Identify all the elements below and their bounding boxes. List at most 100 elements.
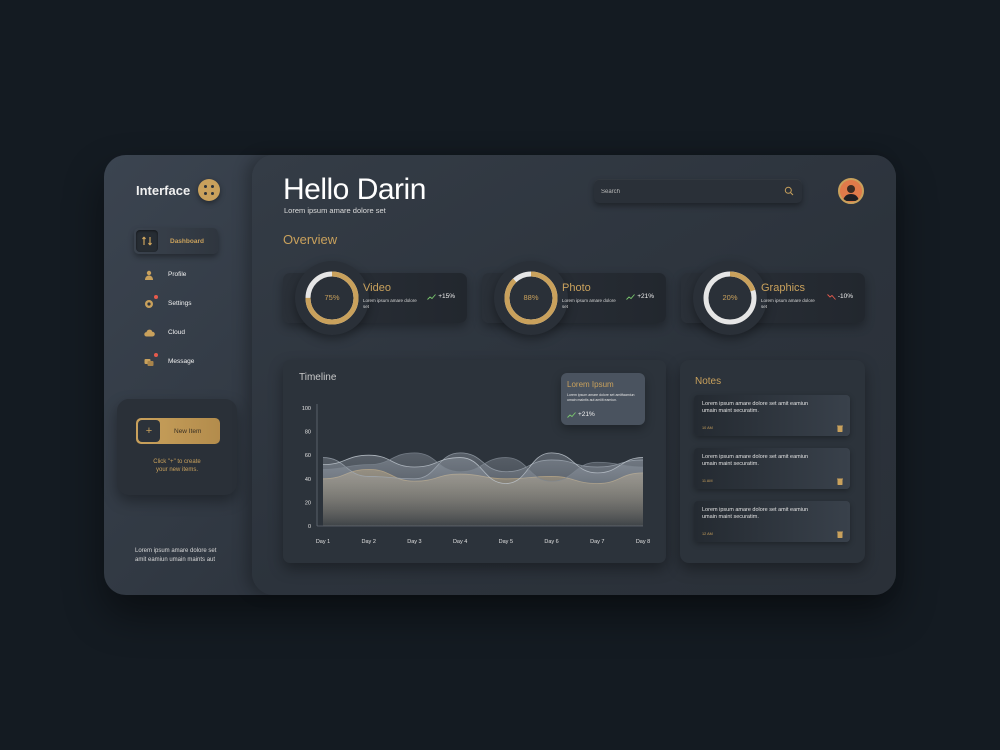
user-icon xyxy=(142,268,156,282)
notification-dot xyxy=(154,352,158,357)
dashboard-icon xyxy=(136,230,158,252)
x-tick-label: Day 7 xyxy=(590,539,604,545)
new-item-hint: Click "+" to create your new items. xyxy=(117,458,237,474)
sidebar-item-dashboard[interactable]: Dashboard xyxy=(134,228,218,254)
stat-description: Lorem ipsum amare dolore set xyxy=(562,298,616,309)
new-item-button[interactable]: + New Item xyxy=(136,418,220,444)
trend-down-icon xyxy=(826,293,836,300)
sidebar-item-label: Message xyxy=(168,358,195,365)
page-subtitle: Lorem ipsum amare dolore set xyxy=(284,206,386,215)
footer-line: amit eamiun umain maints aut xyxy=(135,556,216,563)
note-time: 11 AM xyxy=(702,479,713,483)
new-item-label: New Item xyxy=(174,427,202,435)
stat-change-value: +15% xyxy=(438,293,455,300)
x-tick-label: Day 2 xyxy=(362,539,376,545)
x-tick-label: Day 8 xyxy=(636,539,650,545)
progress-percent: 88% xyxy=(523,293,539,302)
stat-change-value: +21% xyxy=(637,293,654,300)
note-time: 12 AM xyxy=(702,532,713,536)
progress-percent: 75% xyxy=(324,293,340,302)
popup-description: Lorem ipsum amare dolore set amitfaamiun… xyxy=(567,393,635,402)
cloud-icon xyxy=(142,326,156,340)
y-tick-label: 40 xyxy=(305,477,311,483)
trend-up-icon xyxy=(427,293,437,300)
x-tick-label: Day 5 xyxy=(499,539,513,545)
note-item[interactable]: Lorem ipsum amare dolore set amit eamiun… xyxy=(694,501,850,542)
plus-icon: + xyxy=(138,420,160,442)
note-text: Lorem ipsum amare dolore set amit eamiun… xyxy=(702,454,809,467)
note-item[interactable]: Lorem ipsum amare dolore set amit eamiun… xyxy=(694,395,850,436)
trend-up-icon xyxy=(567,411,576,418)
popup-title: Lorem Ipsum xyxy=(567,380,614,389)
user-avatar-icon xyxy=(840,180,862,202)
trash-icon[interactable] xyxy=(837,531,843,538)
app-window: Interface Dashboard Profile Settings Clo… xyxy=(104,155,896,595)
y-tick-label: 20 xyxy=(305,500,311,506)
hint-line: your new items. xyxy=(155,467,198,473)
search-icon[interactable] xyxy=(784,186,794,196)
trash-icon[interactable] xyxy=(837,478,843,485)
stat-title: Graphics xyxy=(761,282,806,294)
y-tick-label: 80 xyxy=(305,430,311,436)
main-panel: Hello Darin Lorem ipsum amare dolore set… xyxy=(252,155,896,595)
y-tick-label: 100 xyxy=(302,406,311,412)
sidebar-item-message[interactable]: Message xyxy=(134,347,252,376)
x-tick-label: Day 1 xyxy=(316,539,330,545)
notes-card: Notes Lorem ipsum amare dolore set amit … xyxy=(680,360,865,563)
page-title: Hello Darin xyxy=(283,173,426,206)
sidebar: Interface Dashboard Profile Settings Clo… xyxy=(104,155,254,595)
note-text: Lorem ipsum amare dolore set amit eamiun… xyxy=(702,401,809,414)
trash-icon[interactable] xyxy=(837,425,843,432)
sidebar-item-cloud[interactable]: Cloud xyxy=(134,318,252,347)
stat-card-photo[interactable]: 88% Photo Lorem ipsum amare dolore set +… xyxy=(482,261,666,335)
y-tick-label: 0 xyxy=(308,524,311,530)
note-text: Lorem ipsum amare dolore set amit eamiun… xyxy=(702,507,809,520)
sidebar-item-profile[interactable]: Profile xyxy=(134,260,252,289)
stat-change: +15% xyxy=(427,293,455,300)
y-tick-label: 60 xyxy=(305,453,311,459)
brand-name: Interface xyxy=(136,183,191,198)
stat-description: Lorem ipsum amare dolore set xyxy=(761,298,815,309)
sidebar-item-label: Cloud xyxy=(168,329,185,336)
popup-change-value: +21% xyxy=(578,411,595,418)
search-input[interactable] xyxy=(599,184,783,200)
popup-change: +21% xyxy=(567,411,595,418)
stat-change: +21% xyxy=(626,293,654,300)
note-item[interactable]: Lorem ipsum amare dolore set amit eamiun… xyxy=(694,448,850,489)
avatar[interactable] xyxy=(838,178,864,204)
stat-description: Lorem ipsum amare dolore set xyxy=(363,298,417,309)
footer-line: Lorem ipsum amare dolore set xyxy=(135,548,217,554)
progress-ring: 20% xyxy=(693,261,767,335)
progress-ring: 75% xyxy=(295,261,369,335)
x-tick-label: Day 3 xyxy=(407,539,421,545)
apps-grid-icon[interactable] xyxy=(198,179,220,201)
sidebar-item-label: Dashboard xyxy=(170,237,204,245)
sidebar-item-label: Profile xyxy=(168,271,187,278)
stat-card-graphics[interactable]: 20% Graphics Lorem ipsum amare dolore se… xyxy=(681,261,865,335)
x-tick-label: Day 4 xyxy=(453,539,467,545)
gear-icon xyxy=(142,294,158,311)
sidebar-item-settings[interactable]: Settings xyxy=(134,289,252,318)
sidebar-footer-text: Lorem ipsum amare dolore set amit eamiun… xyxy=(135,547,235,564)
overview-title: Overview xyxy=(283,232,338,247)
stat-change: -10% xyxy=(826,293,853,300)
progress-percent: 20% xyxy=(722,293,738,302)
x-tick-label: Day 6 xyxy=(544,539,558,545)
search-bar xyxy=(594,179,802,203)
sidebar-item-label: Settings xyxy=(168,300,192,307)
new-item-card: + New Item Click "+" to create your new … xyxy=(117,399,237,495)
stat-title: Video xyxy=(363,282,391,294)
stat-title: Photo xyxy=(562,282,591,294)
sidebar-nav: Dashboard Profile Settings Cloud Message xyxy=(134,228,252,376)
message-icon xyxy=(142,352,158,369)
stat-card-video[interactable]: 75% Video Lorem ipsum amare dolore set +… xyxy=(283,261,467,335)
trend-up-icon xyxy=(626,293,636,300)
notification-dot xyxy=(154,294,158,299)
progress-ring: 88% xyxy=(494,261,568,335)
timeline-card: Timeline 100 80 60 40 20 0 Day 1 Day 2 Day 3 Day … xyxy=(283,360,666,563)
hint-line: Click "+" to create xyxy=(153,459,201,465)
notes-title: Notes xyxy=(695,376,722,387)
note-time: 10 AM xyxy=(702,426,713,430)
timeline-popup: Lorem Ipsum Lorem ipsum amare dolore set… xyxy=(561,373,645,425)
stat-change-value: -10% xyxy=(837,293,853,300)
